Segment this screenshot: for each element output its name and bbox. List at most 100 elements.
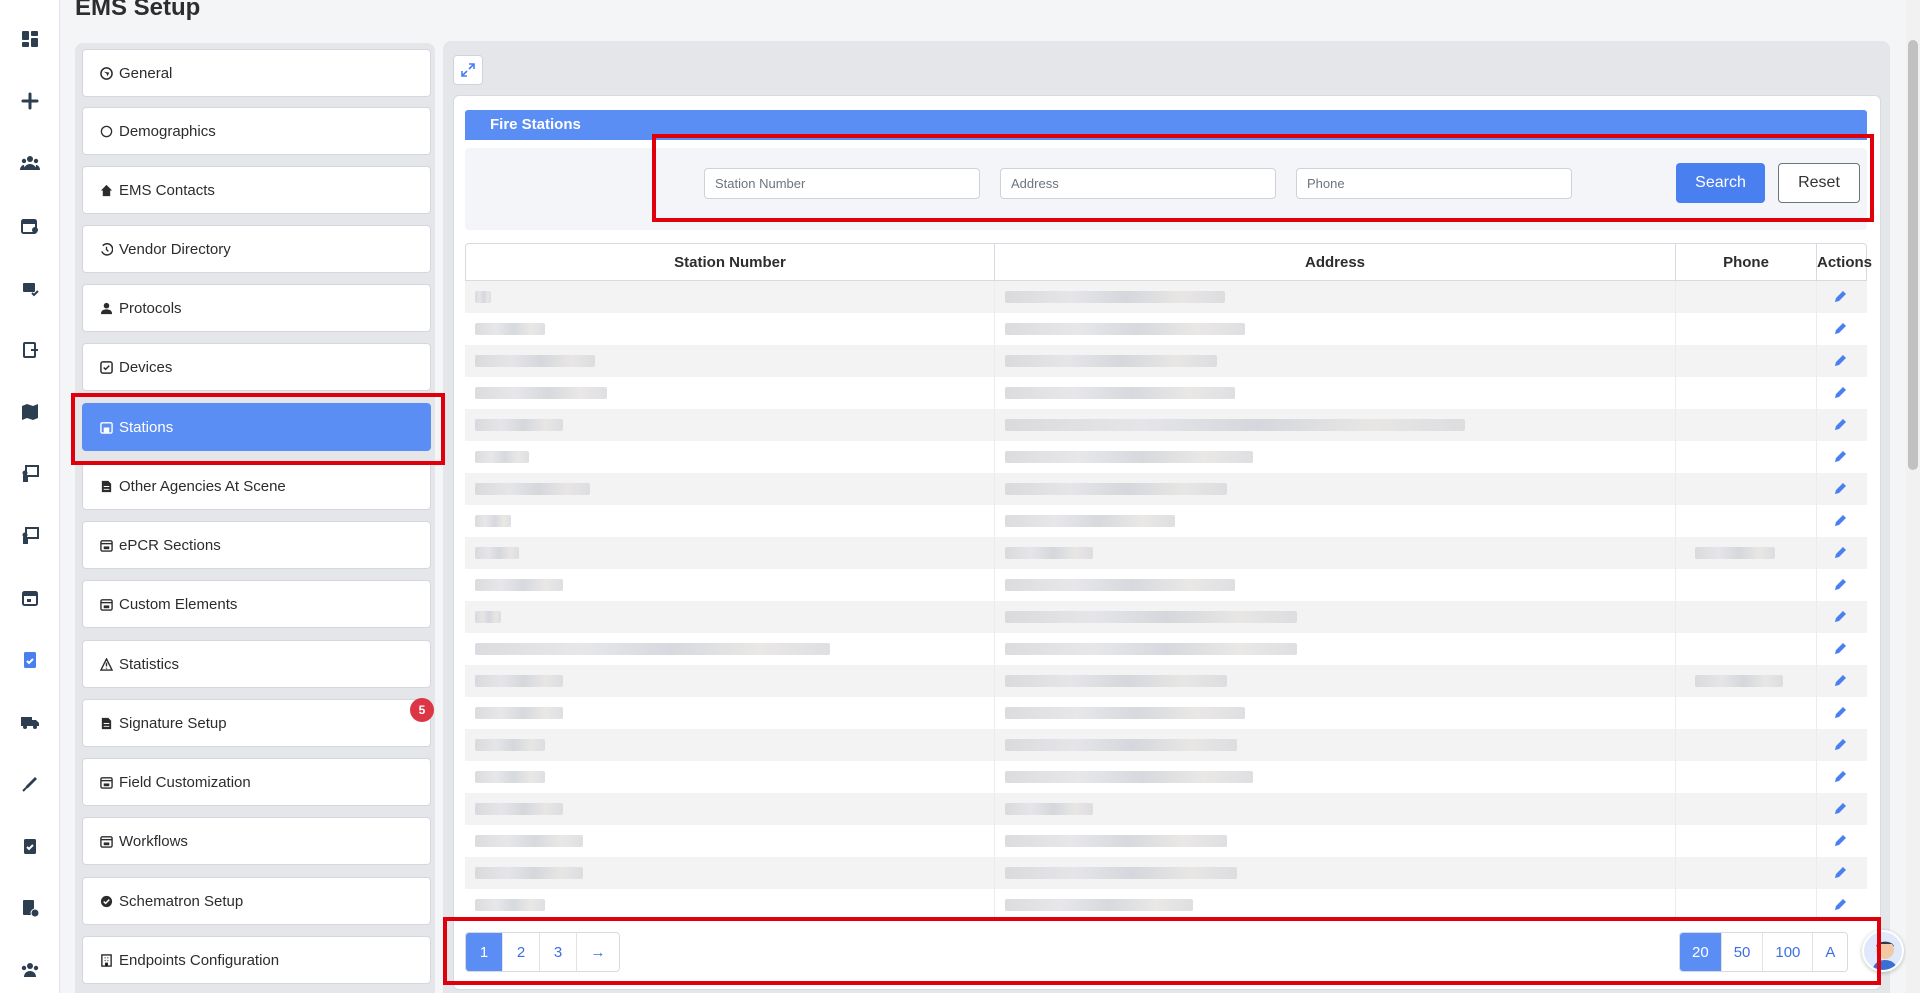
calendar-icon[interactable] <box>20 588 40 608</box>
sidebar-item-demographics[interactable]: Demographics <box>82 107 431 155</box>
station-number-input[interactable] <box>704 168 980 199</box>
edit-icon[interactable] <box>1832 545 1848 561</box>
mail-check-icon[interactable] <box>20 278 40 298</box>
table-row[interactable] <box>465 537 1867 569</box>
sidebar-item-protocols[interactable]: Protocols <box>82 284 431 332</box>
next-page-button[interactable]: → <box>577 933 619 971</box>
sidebar-item-field-customization[interactable]: Field Customization <box>82 758 431 806</box>
chalkboard-icon[interactable] <box>20 464 40 484</box>
column-divider <box>1816 601 1817 633</box>
edit-icon[interactable] <box>1832 641 1848 657</box>
sidebar-item-epcr-sections[interactable]: ePCR Sections <box>82 521 431 569</box>
table-row[interactable] <box>465 345 1867 377</box>
table-row[interactable] <box>465 889 1867 921</box>
column-header-phone[interactable]: Phone <box>1676 244 1817 282</box>
address-cell-redacted <box>1005 643 1297 655</box>
column-header-station-number[interactable]: Station Number <box>466 244 995 282</box>
table-row[interactable] <box>465 601 1867 633</box>
table-row[interactable] <box>465 761 1867 793</box>
table-row[interactable] <box>465 633 1867 665</box>
notification-badge: 5 <box>410 698 434 722</box>
edit-icon[interactable] <box>1832 417 1848 433</box>
team-icon[interactable] <box>20 960 40 980</box>
file-export-icon[interactable] <box>20 340 40 360</box>
sidebar-item-workflows[interactable]: Workflows <box>82 817 431 865</box>
edit-icon[interactable] <box>1832 289 1848 305</box>
page-button-1[interactable]: 1 <box>466 933 503 971</box>
expand-button[interactable] <box>453 55 483 85</box>
edit-icon[interactable] <box>1832 833 1848 849</box>
sidebar-item-devices[interactable]: Devices <box>82 343 431 391</box>
table-row[interactable] <box>465 825 1867 857</box>
dashboard-icon[interactable] <box>20 29 40 49</box>
edit-icon[interactable] <box>1832 705 1848 721</box>
file-info-icon[interactable] <box>20 898 40 918</box>
truck-icon[interactable] <box>20 712 40 732</box>
page-button-3[interactable]: 3 <box>540 933 577 971</box>
edit-icon[interactable] <box>1832 865 1848 881</box>
file-check-icon[interactable] <box>20 650 40 670</box>
sidebar-item-vendor-directory[interactable]: Vendor Directory <box>82 225 431 273</box>
edit-icon[interactable] <box>1832 737 1848 753</box>
plus-icon[interactable] <box>20 91 40 111</box>
users-icon[interactable] <box>20 153 40 173</box>
table-row[interactable] <box>465 729 1867 761</box>
column-divider <box>1816 313 1817 345</box>
sidebar-item-ems-contacts[interactable]: EMS Contacts <box>82 166 431 214</box>
page-size-option-50[interactable]: 50 <box>1721 933 1764 971</box>
page-size-option-a[interactable]: A <box>1813 933 1848 971</box>
globe-icon <box>99 66 113 80</box>
table-row[interactable] <box>465 697 1867 729</box>
table-row[interactable] <box>465 857 1867 889</box>
column-divider <box>994 761 995 793</box>
edit-icon[interactable] <box>1832 321 1848 337</box>
edit-icon[interactable] <box>1832 513 1848 529</box>
reset-button[interactable]: Reset <box>1778 163 1860 203</box>
edit-icon[interactable] <box>1832 577 1848 593</box>
sidebar-item-stations[interactable]: Stations <box>82 403 431 451</box>
table-row[interactable] <box>465 441 1867 473</box>
table-row[interactable] <box>465 473 1867 505</box>
sidebar-item-signature-setup[interactable]: Signature Setup <box>82 699 431 747</box>
chat-assistant-avatar[interactable] <box>1862 930 1904 972</box>
page-size-option-20[interactable]: 20 <box>1680 933 1722 971</box>
edit-icon[interactable] <box>1832 801 1848 817</box>
sidebar-item-general[interactable]: General <box>82 49 431 97</box>
edit-icon[interactable] <box>1832 609 1848 625</box>
phone-input[interactable] <box>1296 168 1572 199</box>
column-divider <box>1816 473 1817 505</box>
edit-icon[interactable] <box>1832 769 1848 785</box>
column-header-address[interactable]: Address <box>995 244 1676 282</box>
table-row[interactable] <box>465 377 1867 409</box>
sidebar-item-schematron-setup[interactable]: Schematron Setup <box>82 877 431 925</box>
table-row[interactable] <box>465 505 1867 537</box>
panel-icon <box>99 834 113 848</box>
edit-icon[interactable] <box>1832 449 1848 465</box>
table-row[interactable] <box>465 569 1867 601</box>
page-button-2[interactable]: 2 <box>503 933 540 971</box>
table-row[interactable] <box>465 793 1867 825</box>
chalkboard-icon[interactable] <box>20 526 40 546</box>
sidebar-item-statistics[interactable]: Statistics <box>82 640 431 688</box>
table-row[interactable] <box>465 665 1867 697</box>
table-row[interactable] <box>465 313 1867 345</box>
edit-icon[interactable] <box>1832 673 1848 689</box>
page-size-option-100[interactable]: 100 <box>1763 933 1814 971</box>
syringe-icon[interactable] <box>20 774 40 794</box>
edit-icon[interactable] <box>1832 385 1848 401</box>
sidebar-item-endpoints-configuration[interactable]: Endpoints Configuration <box>82 936 431 984</box>
calendar-user-icon[interactable] <box>20 216 40 236</box>
clipboard-check-icon[interactable] <box>20 836 40 856</box>
sidebar-item-other-agencies-at-scene[interactable]: Other Agencies At Scene <box>82 462 431 510</box>
edit-icon[interactable] <box>1832 897 1848 913</box>
address-cell-redacted <box>1005 387 1235 399</box>
scrollbar-thumb[interactable] <box>1908 40 1918 470</box>
edit-icon[interactable] <box>1832 353 1848 369</box>
address-input[interactable] <box>1000 168 1276 199</box>
table-row[interactable] <box>465 281 1867 313</box>
table-row[interactable] <box>465 409 1867 441</box>
edit-icon[interactable] <box>1832 481 1848 497</box>
map-icon[interactable] <box>20 402 40 422</box>
sidebar-item-custom-elements[interactable]: Custom Elements <box>82 580 431 628</box>
search-button[interactable]: Search <box>1676 163 1765 203</box>
